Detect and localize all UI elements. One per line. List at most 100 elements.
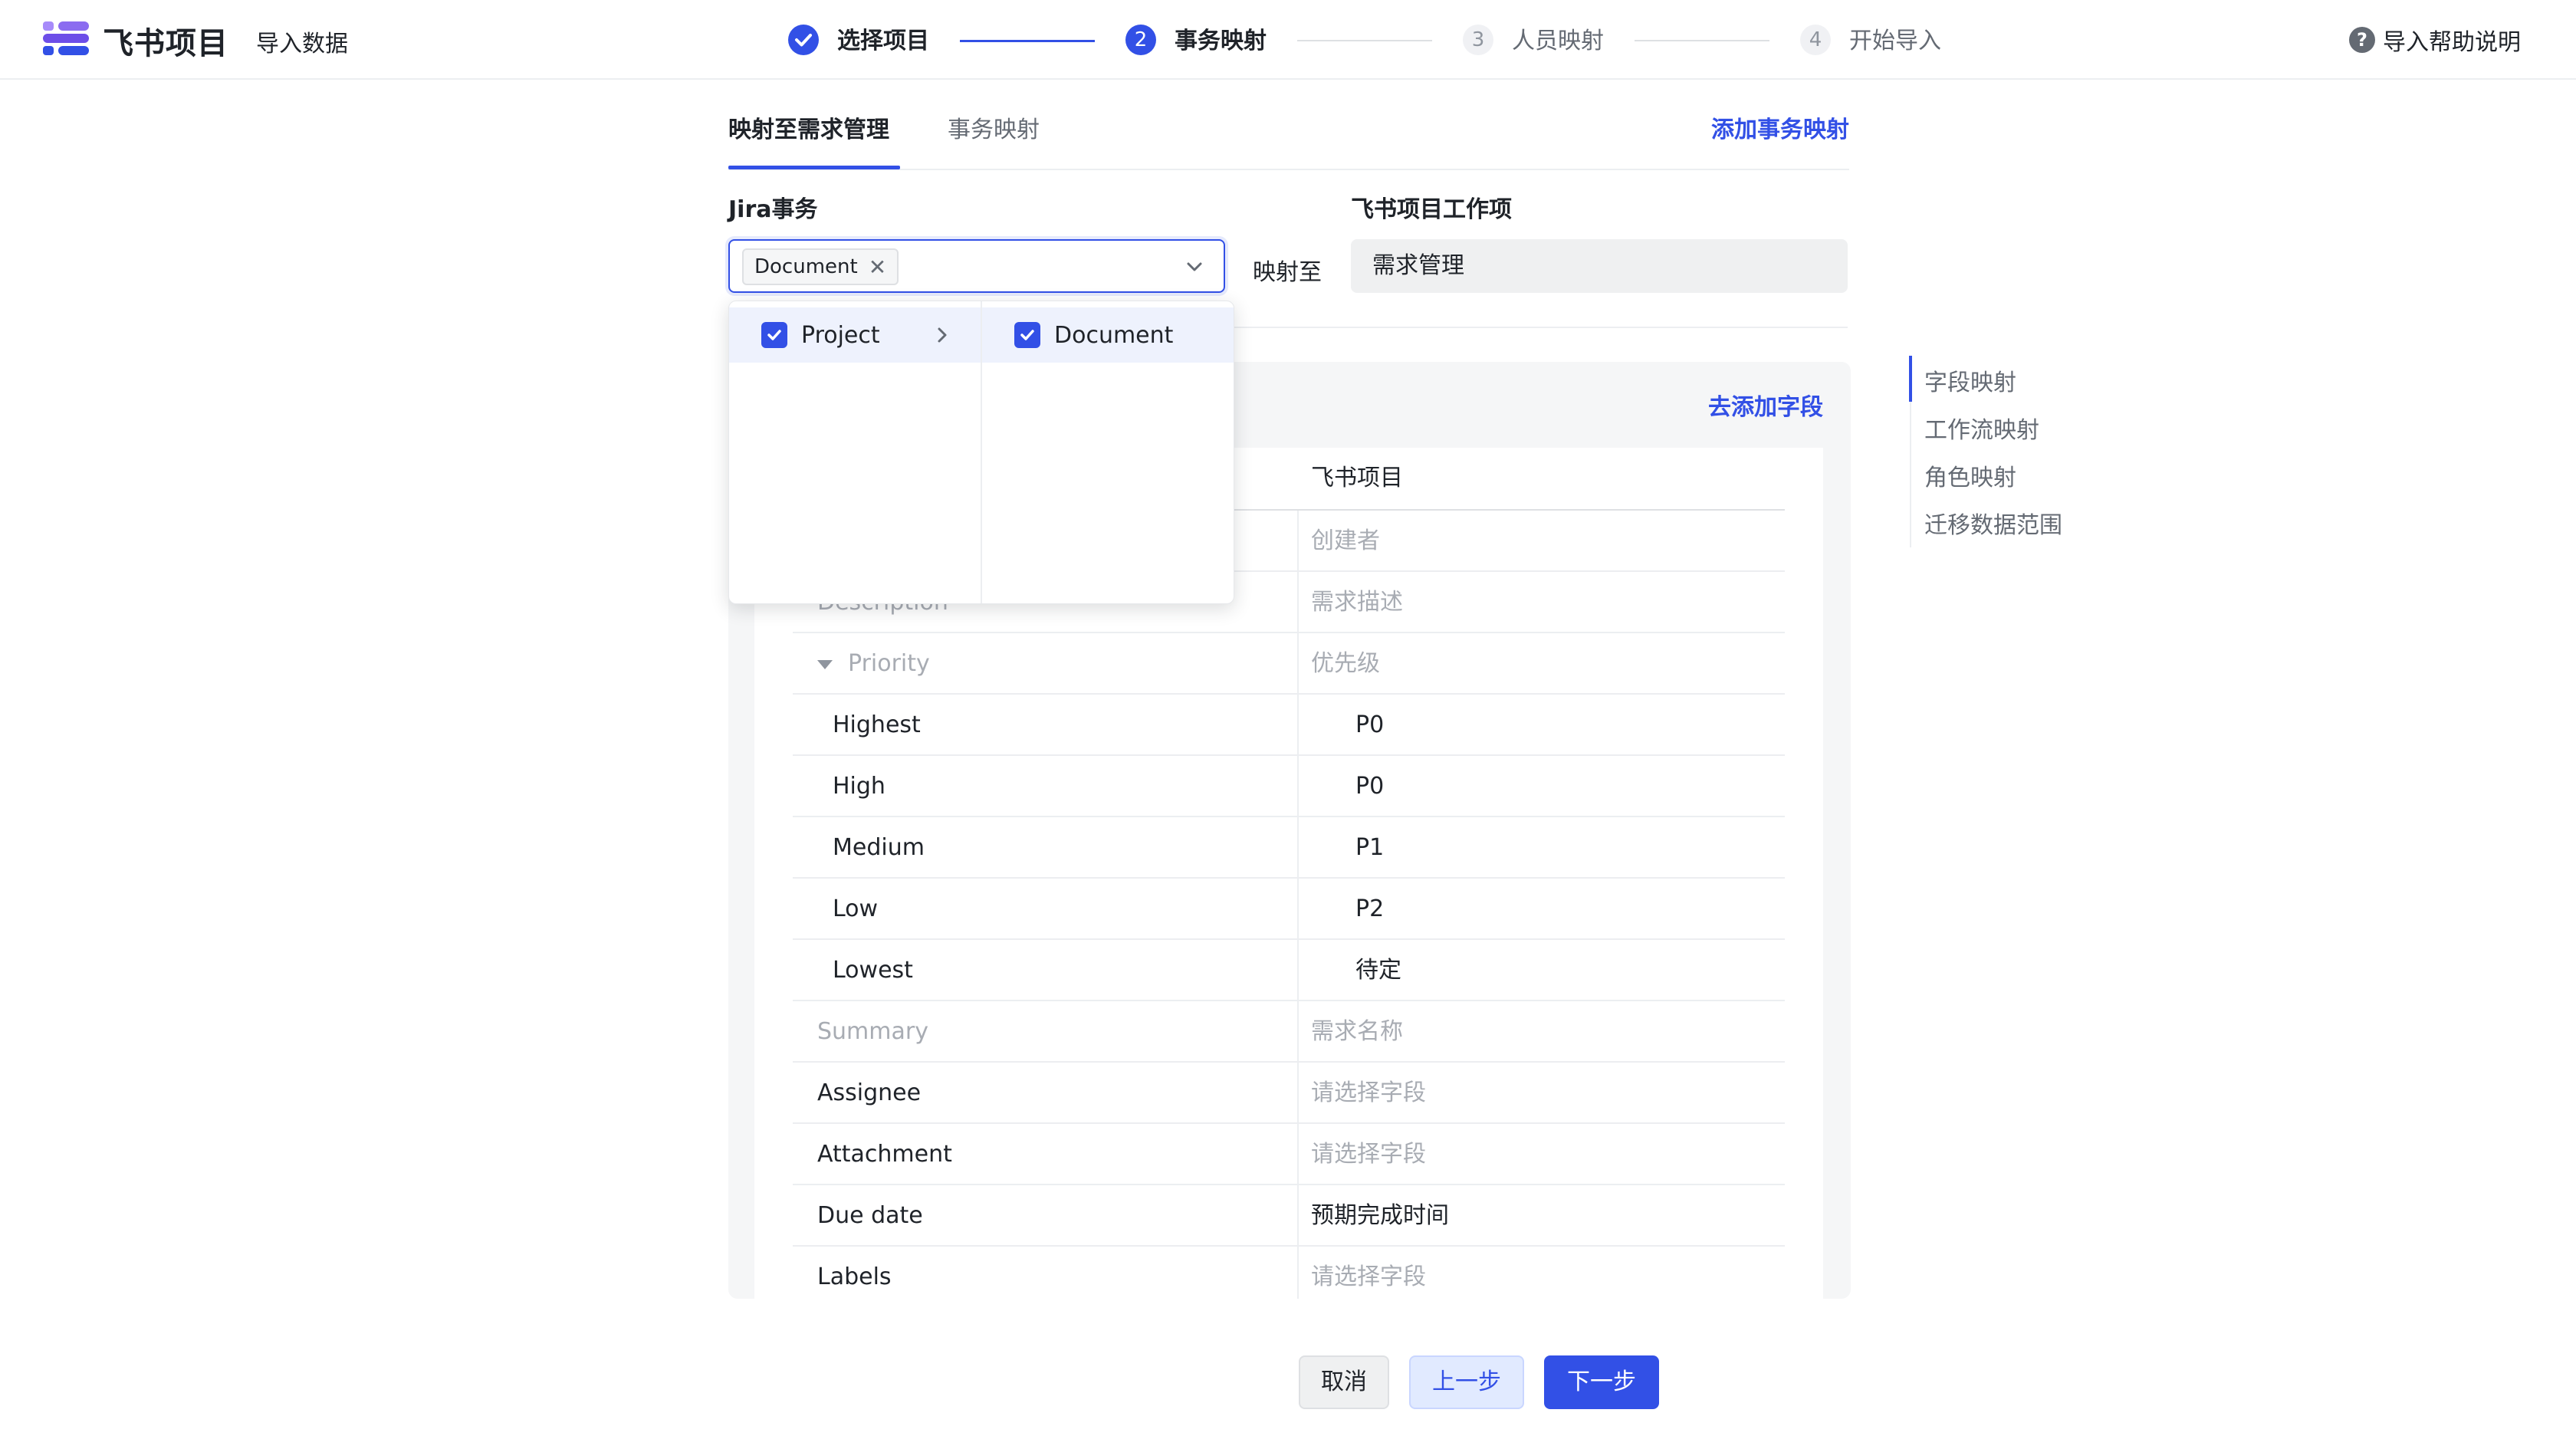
jira-field-cell: Low [833, 879, 878, 940]
feishu-field-cell[interactable]: 请选择字段 [1311, 1063, 1426, 1124]
jira-field-label: Priority [848, 650, 930, 677]
tab-issue-mapping[interactable]: 事务映射 [948, 110, 1040, 144]
anchor-item-field-mapping[interactable]: 字段映射 [1924, 363, 2016, 397]
jira-field-cell: Highest [833, 695, 921, 756]
step-4-label[interactable]: 开始导入 [1849, 21, 1941, 55]
step-3-number: 3 [1463, 25, 1493, 55]
jira-field-label: Low [833, 895, 879, 922]
table-row: Labels 请选择字段 [793, 1247, 1785, 1299]
cascader-column-issues: Document [982, 301, 1234, 603]
feishu-field-cell[interactable]: 待定 [1355, 940, 1401, 1001]
table-row: High P0 [793, 756, 1785, 817]
help-label: 导入帮助说明 [2383, 29, 2521, 56]
column-divider [1297, 1247, 1299, 1299]
jira-field-label: Attachment [817, 1141, 952, 1168]
jira-field-cell: Assignee [817, 1063, 921, 1124]
jira-field-label: Summary [817, 1018, 928, 1045]
section-divider [1227, 327, 1848, 328]
jira-field-label: Lowest [833, 957, 913, 984]
next-step-button[interactable]: 下一步 [1544, 1355, 1659, 1409]
feishu-field-cell[interactable]: P0 [1355, 756, 1384, 817]
caret-down-icon[interactable] [817, 659, 833, 669]
feishu-field-cell[interactable]: 请选择字段 [1311, 1247, 1426, 1299]
column-divider [1297, 1001, 1299, 1063]
feishu-field-cell[interactable]: 创建者 [1311, 511, 1380, 572]
cascader-option-document-label: Document [1054, 321, 1174, 349]
table-row: Attachment 请选择字段 [793, 1124, 1785, 1185]
feishu-field-cell[interactable]: 请选择字段 [1311, 1124, 1426, 1185]
table-row: Summary 需求名称 [793, 1001, 1785, 1063]
jira-field-label: Assignee [817, 1079, 922, 1106]
anchor-track [1910, 402, 1911, 547]
checkbox-checked-icon[interactable] [761, 322, 787, 348]
cascader-option-project[interactable]: Project [729, 307, 981, 363]
cascader-option-project-label: Project [801, 321, 880, 349]
checkbox-checked-icon[interactable] [1014, 322, 1040, 348]
previous-step-button[interactable]: 上一步 [1409, 1355, 1524, 1409]
jira-field-cell: Labels [817, 1247, 892, 1299]
table-row: Priority 优先级 [793, 633, 1785, 695]
column-divider [1297, 756, 1299, 817]
column-divider [1297, 1185, 1299, 1247]
issue-cascader-dropdown: Project Document [728, 301, 1234, 604]
column-divider [1297, 940, 1299, 1001]
add-field-link[interactable]: 去添加字段 [1708, 388, 1823, 422]
jira-field-label: Medium [833, 834, 925, 861]
mapping-tabs: 映射至需求管理 事务映射 添加事务映射 [728, 80, 1849, 170]
jira-field-cell: Medium [833, 817, 925, 879]
jira-field-label: High [833, 773, 886, 800]
jira-issue-select[interactable]: Document ✕ [728, 239, 1225, 293]
jira-field-cell: Priority [817, 633, 930, 695]
jira-field-cell: Due date [817, 1185, 923, 1247]
chevron-right-icon [938, 327, 947, 343]
step-1-check-icon [788, 25, 819, 55]
add-issue-mapping-link[interactable]: 添加事务映射 [1711, 110, 1849, 144]
jira-field-cell: High [833, 756, 886, 817]
feishu-workitem-label: 飞书项目工作项 [1351, 196, 1512, 223]
feishu-field-cell[interactable]: 优先级 [1311, 633, 1380, 695]
feishu-field-cell[interactable]: P1 [1355, 817, 1384, 879]
table-row: Due date 预期完成时间 [793, 1185, 1785, 1247]
step-connector-2 [1297, 40, 1432, 41]
step-4-number: 4 [1800, 25, 1831, 55]
step-2-label[interactable]: 事务映射 [1175, 21, 1267, 55]
anchor-item-migration-scope[interactable]: 迁移数据范围 [1924, 506, 2062, 540]
cascader-column-projects: Project [729, 301, 982, 603]
stepper: 选择项目 2 事务映射 3 人员映射 4 开始导入 [0, 0, 2576, 80]
jira-issue-label: Jira事务 [728, 196, 818, 223]
column-divider [1297, 572, 1299, 633]
table-row: Low P2 [793, 879, 1785, 940]
table-row: Highest P0 [793, 695, 1785, 756]
column-divider [1297, 695, 1299, 756]
cascader-option-document[interactable]: Document [982, 307, 1234, 363]
top-header: 飞书项目 导入数据 选择项目 2 事务映射 3 人员映射 4 开始导入 ? 导入… [0, 0, 2576, 80]
jira-field-label: Highest [833, 711, 921, 738]
help-link[interactable]: ? 导入帮助说明 [2349, 23, 2521, 57]
feishu-field-cell[interactable]: 需求描述 [1311, 572, 1403, 633]
jira-field-cell: Lowest [833, 940, 913, 1001]
jira-field-label: Due date [817, 1202, 923, 1229]
jira-field-label: Labels [817, 1263, 892, 1290]
column-divider [1297, 1124, 1299, 1185]
feishu-field-cell[interactable]: 需求名称 [1311, 1001, 1403, 1063]
chevron-down-icon[interactable] [1184, 256, 1205, 278]
column-divider [1297, 817, 1299, 879]
tag-close-icon[interactable]: ✕ [869, 255, 886, 280]
table-row: Medium P1 [793, 817, 1785, 879]
feishu-field-cell[interactable]: P0 [1355, 695, 1384, 756]
anchor-item-role-mapping[interactable]: 角色映射 [1924, 458, 2016, 492]
anchor-item-workflow-mapping[interactable]: 工作流映射 [1924, 411, 2039, 445]
selected-issue-tag-label: Document [754, 255, 858, 278]
active-tab-indicator [728, 166, 900, 169]
column-divider [1297, 879, 1299, 940]
step-2-number: 2 [1125, 25, 1156, 55]
step-1-label[interactable]: 选择项目 [837, 21, 929, 55]
tab-requirement-mapping[interactable]: 映射至需求管理 [728, 110, 889, 144]
anchor-active-indicator [1909, 356, 1912, 402]
feishu-workitem-field: 需求管理 [1351, 239, 1848, 293]
feishu-field-cell[interactable]: 预期完成时间 [1311, 1185, 1449, 1247]
step-3-label[interactable]: 人员映射 [1512, 21, 1604, 55]
cancel-button[interactable]: 取消 [1299, 1355, 1389, 1409]
jira-field-cell: Attachment [817, 1124, 952, 1185]
feishu-field-cell[interactable]: P2 [1355, 879, 1384, 940]
